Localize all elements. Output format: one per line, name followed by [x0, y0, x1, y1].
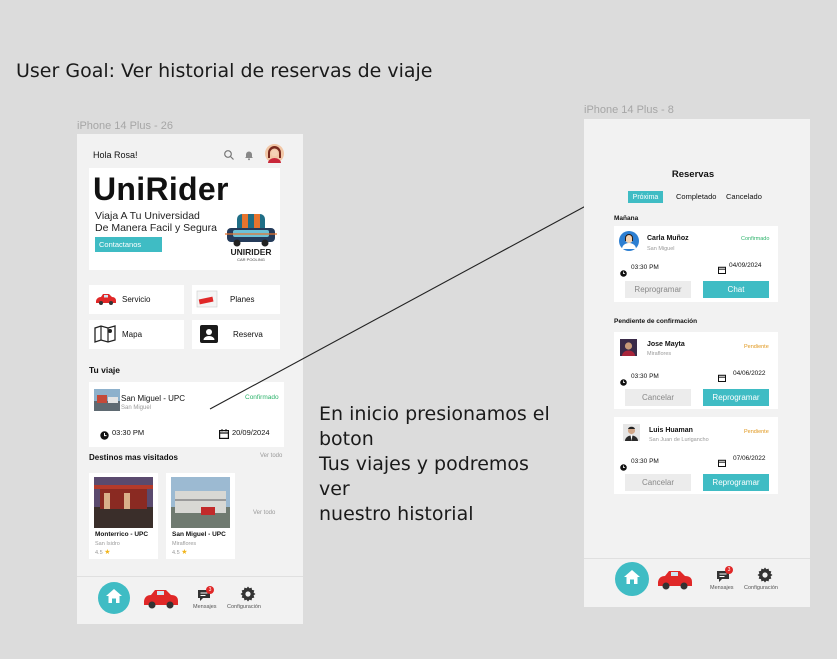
calendar-icon: [717, 261, 727, 275]
section-pending: Pendiente de confirmación: [614, 318, 698, 325]
gear-icon[interactable]: [757, 567, 773, 583]
driver-name: Jose Mayta: [647, 341, 685, 348]
reservation-date: 07/06/2022: [733, 455, 766, 462]
tab-cancelado[interactable]: Cancelado: [726, 192, 762, 201]
driver-avatar: [623, 424, 640, 441]
status-badge: Pendiente: [744, 429, 769, 435]
cancel-button[interactable]: Cancelar: [625, 389, 691, 406]
driver-district: Miraflores: [647, 351, 672, 357]
trips-nav-car-icon[interactable]: [656, 567, 694, 591]
driver-avatar: [620, 339, 637, 356]
tab-completado[interactable]: Completado: [676, 192, 716, 201]
calendar-icon: [717, 454, 727, 468]
messages-nav[interactable]: 3: [713, 566, 735, 584]
reservas-title: Reservas: [671, 169, 715, 180]
driver-name: Luis Huaman: [649, 427, 693, 434]
driver-name: Carla Muñoz: [647, 235, 689, 242]
home-nav-button[interactable]: [615, 562, 649, 596]
clock-icon: [620, 373, 627, 386]
reservation-date: 04/09/2024: [729, 262, 762, 269]
driver-district: San Juan de Lurigancho: [649, 437, 709, 443]
reservas-screen: Reservas Próxima Completado Cancelado Ma…: [584, 119, 810, 607]
clock-icon: [620, 458, 627, 471]
section-manana: Mañana: [614, 215, 639, 222]
nav-divider: [584, 558, 810, 559]
tab-proxima[interactable]: Próxima: [628, 191, 663, 203]
reprogramar-button[interactable]: Reprogramar: [703, 389, 769, 406]
reservation-card[interactable]: Luis Huaman San Juan de Lurigancho Pendi…: [614, 417, 778, 494]
settings-nav-label: Configuración: [744, 585, 778, 591]
reservation-card[interactable]: Carla Muñoz San Miguel Confirmado 03:30 …: [614, 226, 778, 302]
reservation-time: 03:30 PM: [631, 373, 659, 380]
messages-nav-label: Mensajes: [710, 585, 734, 591]
cancel-button[interactable]: Cancelar: [625, 474, 691, 491]
status-badge: Confirmado: [741, 236, 770, 242]
calendar-icon: [717, 369, 727, 383]
reprogramar-button[interactable]: Reprogramar: [703, 474, 769, 491]
reprogramar-button[interactable]: Reprogramar: [625, 281, 691, 298]
driver-avatar: [619, 231, 639, 251]
reservation-card[interactable]: Jose Mayta Miraflores Pendiente 03:30 PM…: [614, 332, 778, 409]
reservation-date: 04/06/2022: [733, 370, 766, 377]
reservation-time: 03:30 PM: [631, 264, 659, 271]
reservas-frame-label: iPhone 14 Plus - 8: [584, 104, 674, 116]
driver-district: San Miguel: [647, 246, 675, 252]
home-icon: [623, 569, 641, 590]
reservation-time: 03:30 PM: [631, 458, 659, 465]
messages-badge: 3: [725, 566, 733, 574]
status-badge: Pendiente: [744, 344, 769, 350]
clock-icon: [620, 264, 627, 277]
chat-button[interactable]: Chat: [703, 281, 769, 298]
